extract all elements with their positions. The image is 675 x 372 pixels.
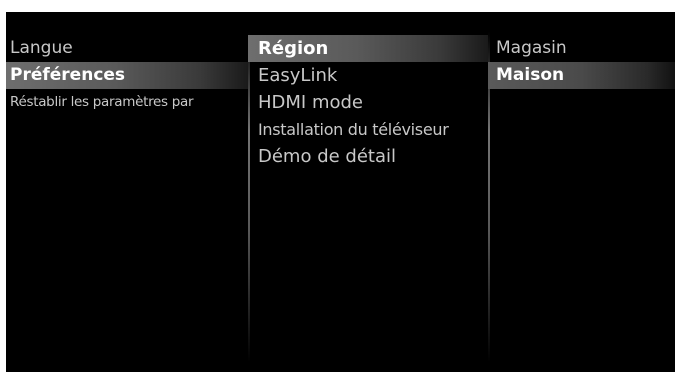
menu-item-preferences[interactable]: Préférences [6, 62, 248, 89]
menu-column-preferences: Région EasyLink HDMI mode Installation d… [248, 12, 488, 372]
main-menu-list: Langue Préférences Réstablir les paramèt… [6, 35, 248, 116]
menu-item-retail-demo[interactable]: Démo de détail [248, 143, 488, 170]
region-options-list: Magasin Maison [488, 35, 675, 89]
menu-column-region: Magasin Maison [488, 12, 675, 372]
menu-item-tv-installation[interactable]: Installation du téléviseur [248, 116, 488, 143]
menu-item-langue[interactable]: Langue [6, 35, 248, 62]
menu-item-hdmi-mode[interactable]: HDMI mode [248, 89, 488, 116]
option-magasin[interactable]: Magasin [488, 35, 675, 62]
menu-item-region[interactable]: Région [248, 35, 488, 62]
menu-item-easylink[interactable]: EasyLink [248, 62, 488, 89]
option-maison[interactable]: Maison [488, 62, 675, 89]
menu-column-main: Langue Préférences Réstablir les paramèt… [6, 12, 248, 372]
menu-item-reset-settings[interactable]: Réstablir les paramètres par [6, 89, 248, 116]
tv-menu-screen: Langue Préférences Réstablir les paramèt… [6, 12, 675, 372]
preferences-menu-list: Région EasyLink HDMI mode Installation d… [248, 35, 488, 170]
